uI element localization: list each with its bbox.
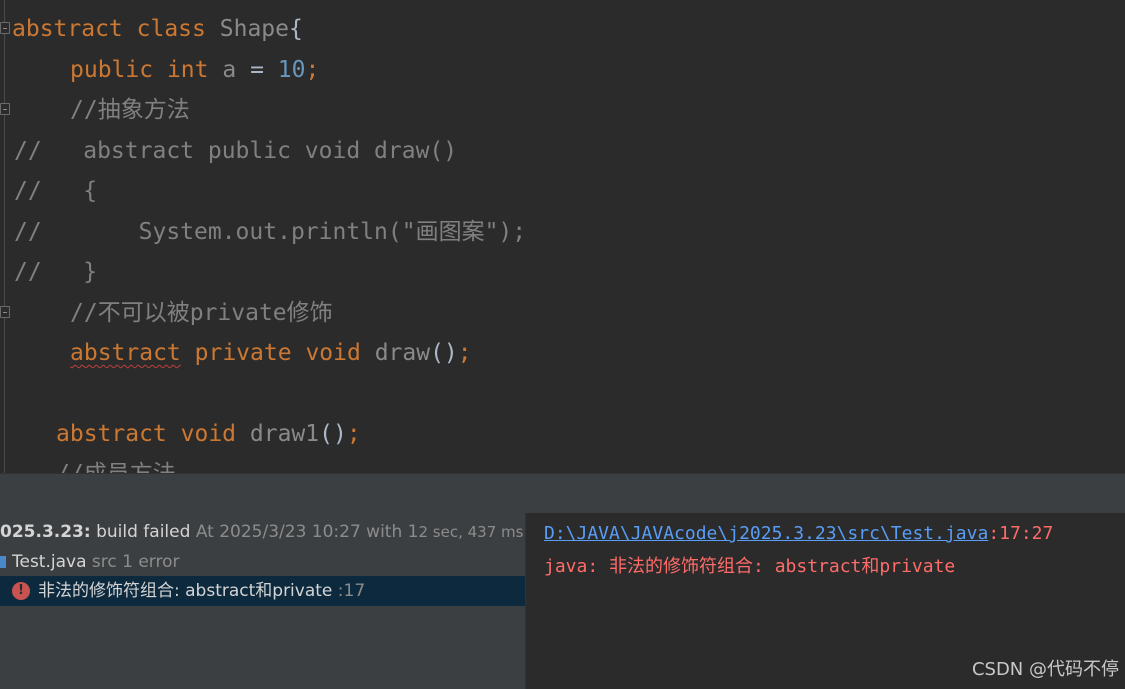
- code-line-4: // abstract public void draw(): [14, 138, 458, 164]
- code-line-9: abstract private void draw();: [70, 340, 472, 366]
- java-file-icon: [0, 556, 6, 568]
- tree-file-node[interactable]: Test.java src 1 error: [0, 547, 180, 577]
- code-line-8: //不可以被private修饰: [70, 300, 333, 326]
- code-line-1: abstract class Shape{: [12, 16, 303, 42]
- error-icon: !: [12, 582, 30, 600]
- code-line-6: // System.out.println("画图案");: [14, 219, 527, 245]
- code-line-10: abstract void draw1();: [56, 421, 361, 447]
- error-message: java: 非法的修饰符组合: abstract和private: [544, 556, 956, 577]
- panel-divider[interactable]: [0, 473, 1125, 514]
- gutter: [4, 0, 5, 473]
- error-squiggle: abstract: [70, 340, 181, 366]
- file-path-link[interactable]: D:\JAVA\JAVAcode\j2025.3.23\src\Test.jav…: [544, 523, 988, 544]
- watermark: CSDN @代码不停: [971, 659, 1119, 680]
- build-tree[interactable]: 025.3.23: build failed At 2025/3/23 10:2…: [0, 513, 525, 689]
- code-line-5: // {: [14, 178, 98, 204]
- fold-icon[interactable]: [0, 103, 10, 115]
- fold-icon[interactable]: [0, 22, 10, 34]
- code-line-3: //抽象方法: [70, 97, 190, 123]
- build-header[interactable]: 025.3.23: build failed At 2025/3/23 10:2…: [0, 517, 523, 547]
- code-line-7: // }: [14, 259, 98, 285]
- fold-icon[interactable]: [0, 306, 10, 318]
- code-line-11: //成员方法: [56, 459, 176, 473]
- code-editor[interactable]: abstract class Shape{ public int a = 10;…: [0, 0, 1125, 473]
- code-line-2: public int a = 10;: [70, 57, 320, 83]
- tree-error-node[interactable]: ! 非法的修饰符组合: abstract和private :17: [0, 576, 525, 606]
- error-location: D:\JAVA\JAVAcode\j2025.3.23\src\Test.jav…: [544, 523, 1054, 544]
